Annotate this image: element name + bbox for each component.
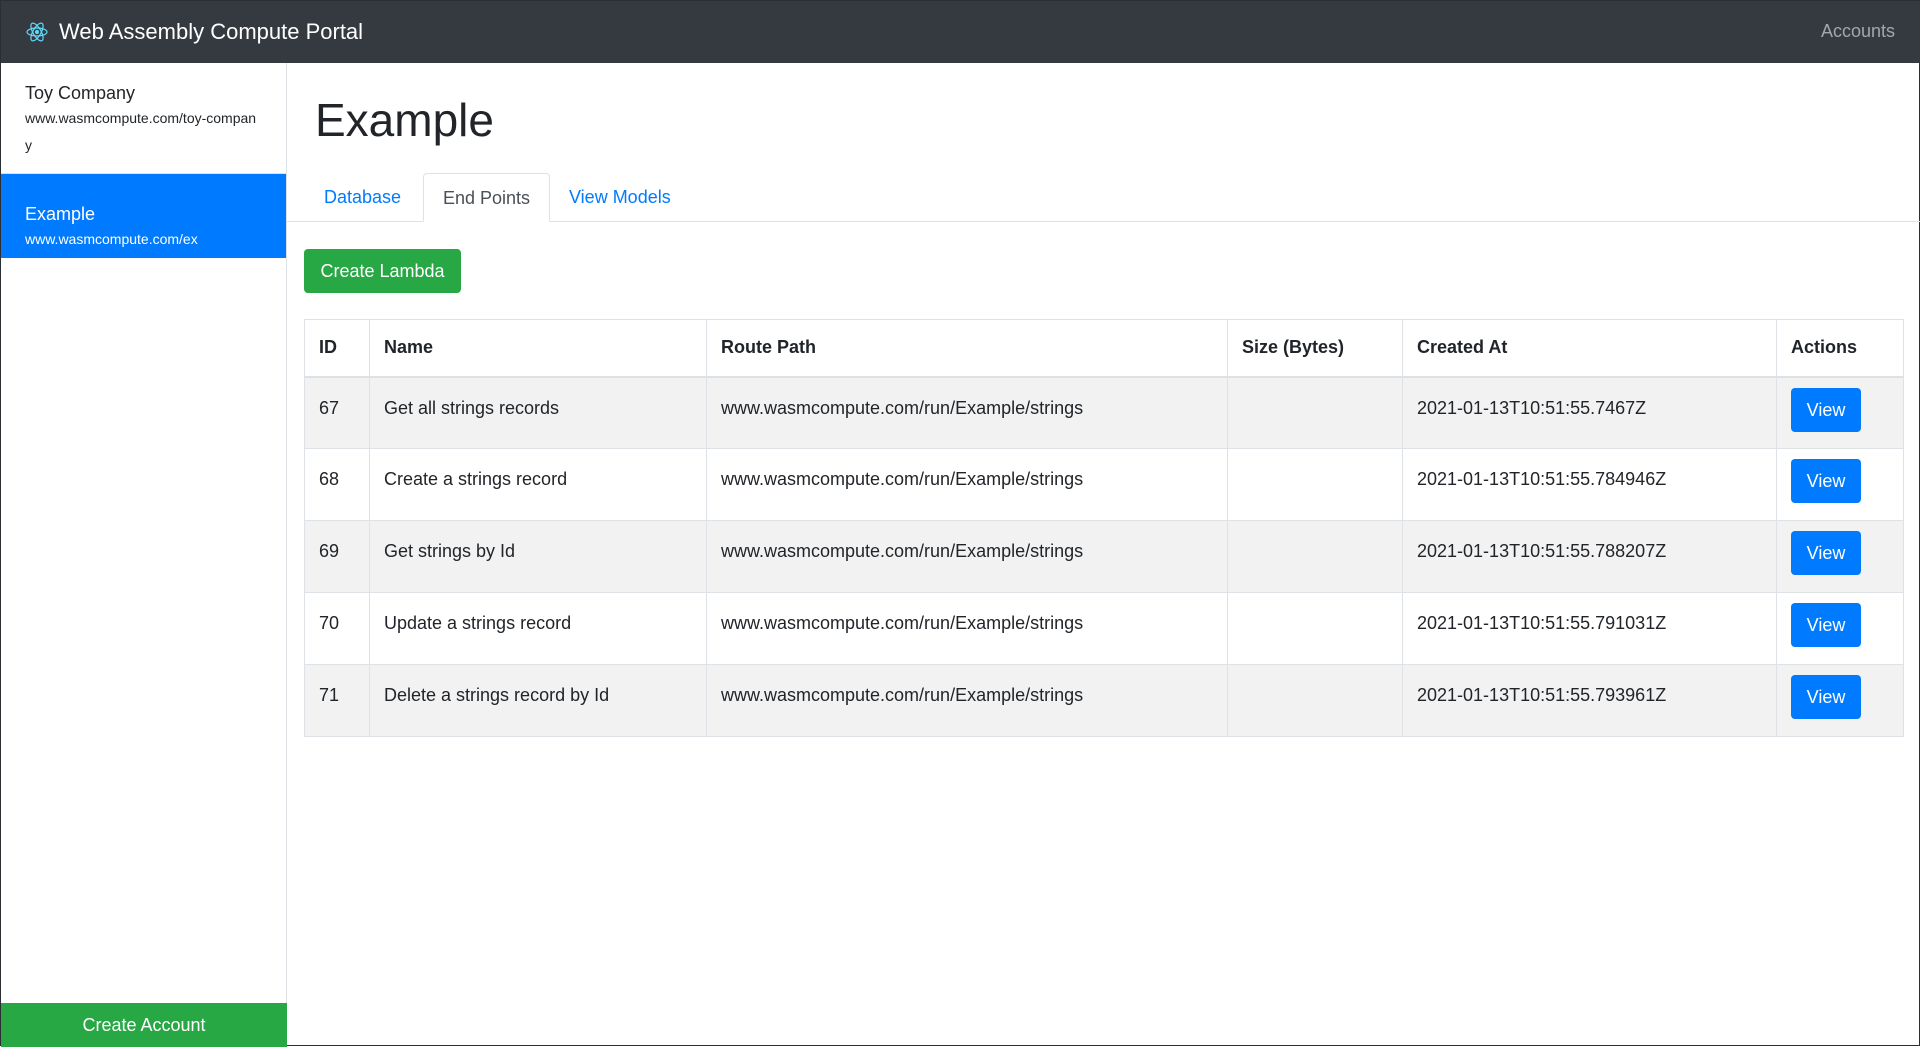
cell-route-path: www.wasmcompute.com/run/Example/strings (706, 376, 1228, 449)
cell-size (1227, 592, 1403, 665)
cell-created-at: 2021-01-13T10:51:55.7467Z (1402, 376, 1777, 449)
cell-name: Create a strings record (369, 448, 707, 521)
view-button[interactable]: View (1791, 603, 1861, 647)
cell-id: 70 (304, 592, 370, 665)
column-header-route-path[interactable]: Route Path (706, 319, 1228, 378)
endpoints-table: ID Name Route Path Size (Bytes) Created … (304, 319, 1904, 737)
column-header-created-at[interactable]: Created At (1402, 319, 1777, 378)
cell-name: Delete a strings record by Id (369, 664, 707, 737)
table-header-row: ID Name Route Path Size (Bytes) Created … (304, 319, 1904, 378)
cell-created-at: 2021-01-13T10:51:55.788207Z (1402, 520, 1777, 593)
cell-route-path: www.wasmcompute.com/run/Example/strings (706, 664, 1228, 737)
cell-name: Get all strings records (369, 376, 707, 449)
tab-end-points[interactable]: End Points (423, 173, 551, 222)
brand-title: Web Assembly Compute Portal (59, 19, 364, 44)
cell-actions: View (1776, 448, 1904, 521)
page-title: Example (315, 94, 494, 146)
sidebar-item-example[interactable]: Example www.wasmcompute.com/ex (1, 174, 286, 258)
cell-created-at: 2021-01-13T10:51:55.791031Z (1402, 592, 1777, 665)
view-button[interactable]: View (1791, 387, 1861, 432)
cell-id: 71 (304, 664, 370, 737)
cell-created-at: 2021-01-13T10:51:55.793961Z (1402, 664, 1777, 737)
app-frame: Web Assembly Compute Portal Accounts Toy… (0, 0, 1920, 1047)
create-account-button[interactable]: Create Account (1, 1003, 287, 1047)
sidebar-item-title: Toy Company (25, 83, 136, 103)
cell-size (1227, 520, 1403, 593)
tab-view-models[interactable]: View Models (550, 173, 690, 222)
cell-id: 69 (304, 520, 370, 593)
cell-created-at: 2021-01-13T10:51:55.784946Z (1402, 448, 1777, 521)
cell-name: Update a strings record (369, 592, 707, 665)
column-header-size[interactable]: Size (Bytes) (1227, 319, 1403, 378)
brand[interactable]: Web Assembly Compute Portal (25, 19, 363, 45)
table-row: 70 Update a strings record www.wasmcompu… (304, 592, 1904, 665)
cell-route-path: www.wasmcompute.com/run/Example/strings (706, 448, 1228, 521)
table-row: 71 Delete a strings record by Id www.was… (304, 664, 1904, 737)
view-button[interactable]: View (1791, 459, 1861, 503)
cell-actions: View (1776, 520, 1904, 593)
sidebar: Toy Company www.wasmcompute.com/toy-comp… (1, 63, 287, 1047)
cell-size (1227, 448, 1403, 521)
column-header-name[interactable]: Name (369, 319, 707, 378)
table-row: 68 Create a strings record www.wasmcompu… (304, 448, 1904, 521)
column-header-actions: Actions (1776, 319, 1904, 378)
accounts-link[interactable]: Accounts (1821, 21, 1895, 42)
top-navbar: Web Assembly Compute Portal Accounts (1, 1, 1920, 63)
cell-size (1227, 376, 1403, 449)
cell-actions: View (1776, 664, 1904, 737)
table-row: 67 Get all strings records www.wasmcompu… (304, 376, 1904, 449)
column-header-id[interactable]: ID (304, 319, 370, 378)
sidebar-item-toy-company[interactable]: Toy Company www.wasmcompute.com/toy-comp… (1, 63, 286, 174)
cell-id: 67 (304, 376, 370, 449)
cell-name: Get strings by Id (369, 520, 707, 593)
sidebar-item-url: www.wasmcompute.com/ex (25, 231, 198, 247)
sidebar-item-url: www.wasmcompute.com/toy-company (25, 110, 257, 153)
sidebar-item-title: Example (25, 204, 96, 224)
cell-route-path: www.wasmcompute.com/run/Example/strings (706, 520, 1228, 593)
view-button[interactable]: View (1791, 675, 1861, 719)
cell-route-path: www.wasmcompute.com/run/Example/strings (706, 592, 1228, 665)
cell-actions: View (1776, 376, 1904, 449)
react-atom-icon (26, 22, 48, 42)
cell-id: 68 (304, 448, 370, 521)
main-content: Example Database End Points View Models … (287, 63, 1920, 1047)
cell-actions: View (1776, 592, 1904, 665)
create-lambda-button[interactable]: Create Lambda (304, 249, 461, 293)
table-row: 69 Get strings by Id www.wasmcompute.com… (304, 520, 1904, 593)
view-button[interactable]: View (1791, 531, 1861, 575)
tab-bar: Database End Points View Models (287, 173, 1920, 222)
tab-database[interactable]: Database (305, 173, 420, 222)
cell-size (1227, 664, 1403, 737)
